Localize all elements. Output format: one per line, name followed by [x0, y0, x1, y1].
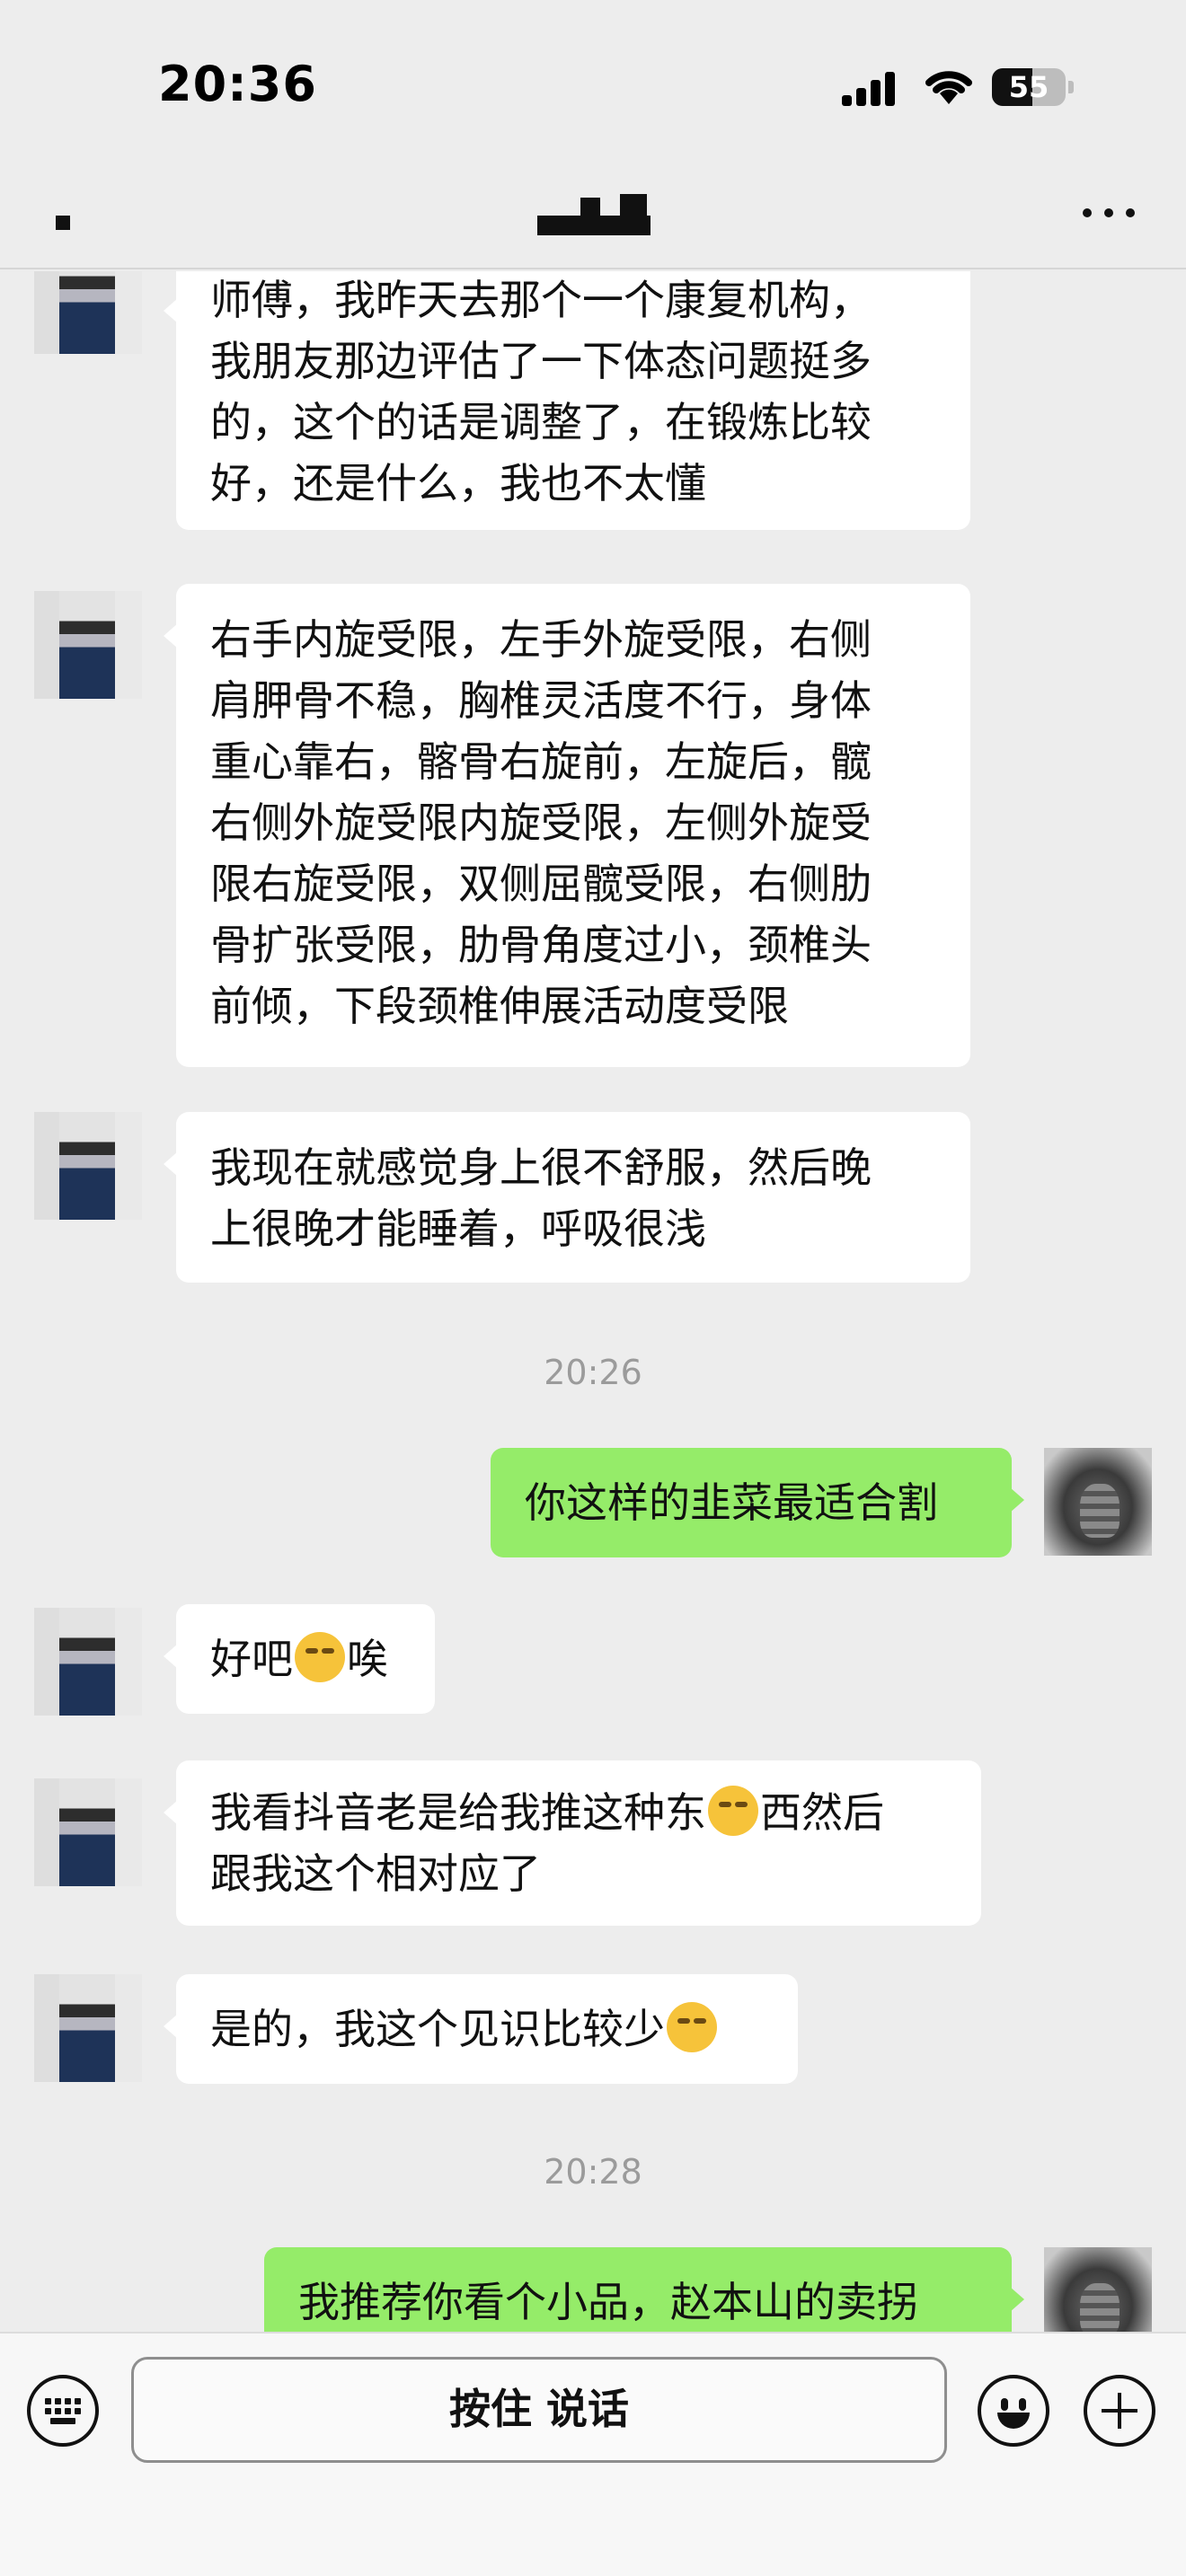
crying-laughing-emoji — [667, 2002, 717, 2052]
wifi-icon — [925, 71, 972, 104]
contact-avatar[interactable] — [34, 591, 142, 699]
contact-avatar[interactable] — [34, 1608, 142, 1716]
message-text: 好吧 — [210, 1635, 293, 1683]
message-bubble[interactable]: 师傅，我昨天去那个一个康复机构， 我朋友那边评估了一下体态问题挺多 的，这个的话… — [164, 271, 970, 530]
message-bubble[interactable]: 我推荐你看个小品，赵本山的卖拐 — [264, 2247, 1024, 2332]
back-icon[interactable] — [47, 203, 83, 239]
message-text: 唉 — [347, 1635, 388, 1683]
contact-name-redacted — [537, 194, 651, 239]
dizzy-face-emoji — [708, 1786, 758, 1836]
contact-avatar[interactable] — [34, 271, 142, 354]
message-item: 我现在就感觉身上很不舒服，然后晚 上很晚才能睡着，呼吸很浅 — [0, 1112, 1186, 1283]
message-bubble[interactable]: 好吧 唉 — [164, 1604, 435, 1714]
contact-avatar[interactable] — [34, 1778, 142, 1886]
message-item: 我推荐你看个小品，赵本山的卖拐 — [0, 2247, 1186, 2332]
keyboard-icon[interactable] — [27, 2375, 99, 2447]
message-bubble[interactable]: 是的，我这个见识比较少 — [164, 1974, 798, 2084]
message-text: 是的，我这个见识比较少 — [210, 2005, 665, 2053]
message-item: 我看抖音老是给我推这种东 西然后 跟我这个相对应了 — [0, 1760, 1186, 1928]
status-bar: 20:36 55 — [0, 0, 1186, 171]
hold-to-talk-button[interactable]: 按住 说话 — [131, 2357, 947, 2463]
battery-icon: 55 — [992, 68, 1074, 106]
message-bubble[interactable]: 右手内旋受限，左手外旋受限，右侧 肩胛骨不稳，胸椎灵活度不行，身体 重心靠右，髂… — [164, 584, 970, 1067]
contact-avatar[interactable] — [34, 1974, 142, 2082]
input-bar: 按住 说话 — [0, 2332, 1186, 2576]
my-avatar[interactable] — [1044, 1448, 1152, 1556]
more-icon[interactable] — [1083, 205, 1138, 223]
message-item: 好吧 唉 — [0, 1604, 1186, 1716]
message-item: 师傅，我昨天去那个一个康复机构， 我朋友那边评估了一下体态问题挺多 的，这个的话… — [0, 271, 1186, 532]
status-time: 20:36 — [158, 56, 317, 112]
chat-header — [0, 171, 1186, 269]
message-text: 我看抖音老是给我推这种东 — [210, 1788, 706, 1837]
message-bubble[interactable]: 我现在就感觉身上很不舒服，然后晚 上很晚才能睡着，呼吸很浅 — [164, 1112, 970, 1283]
message-item: 右手内旋受限，左手外旋受限，右侧 肩胛骨不稳，胸椎灵活度不行，身体 重心靠右，髂… — [0, 584, 1186, 1069]
cellular-signal-icon — [842, 70, 901, 106]
my-avatar[interactable] — [1044, 2247, 1152, 2332]
contact-avatar[interactable] — [34, 1112, 142, 1220]
battery-level: 55 — [1008, 70, 1049, 104]
message-item: 是的，我这个见识比较少 — [0, 1974, 1186, 2086]
message-timestamp: 20:28 — [544, 2152, 642, 2192]
message-bubble[interactable]: 你这样的韭菜最适合割 — [491, 1448, 1024, 1557]
message-bubble[interactable]: 我看抖音老是给我推这种东 西然后 跟我这个相对应了 — [164, 1760, 981, 1926]
plus-icon[interactable] — [1084, 2375, 1155, 2447]
crying-laughing-emoji — [295, 1632, 345, 1682]
message-timestamp: 20:26 — [544, 1353, 642, 1392]
message-list[interactable]: 师傅，我昨天去那个一个康复机构， 我朋友那边评估了一下体态问题挺多 的，这个的话… — [0, 271, 1186, 2332]
emoji-icon[interactable] — [978, 2375, 1049, 2447]
message-item: 你这样的韭菜最适合割 — [0, 1448, 1186, 1559]
